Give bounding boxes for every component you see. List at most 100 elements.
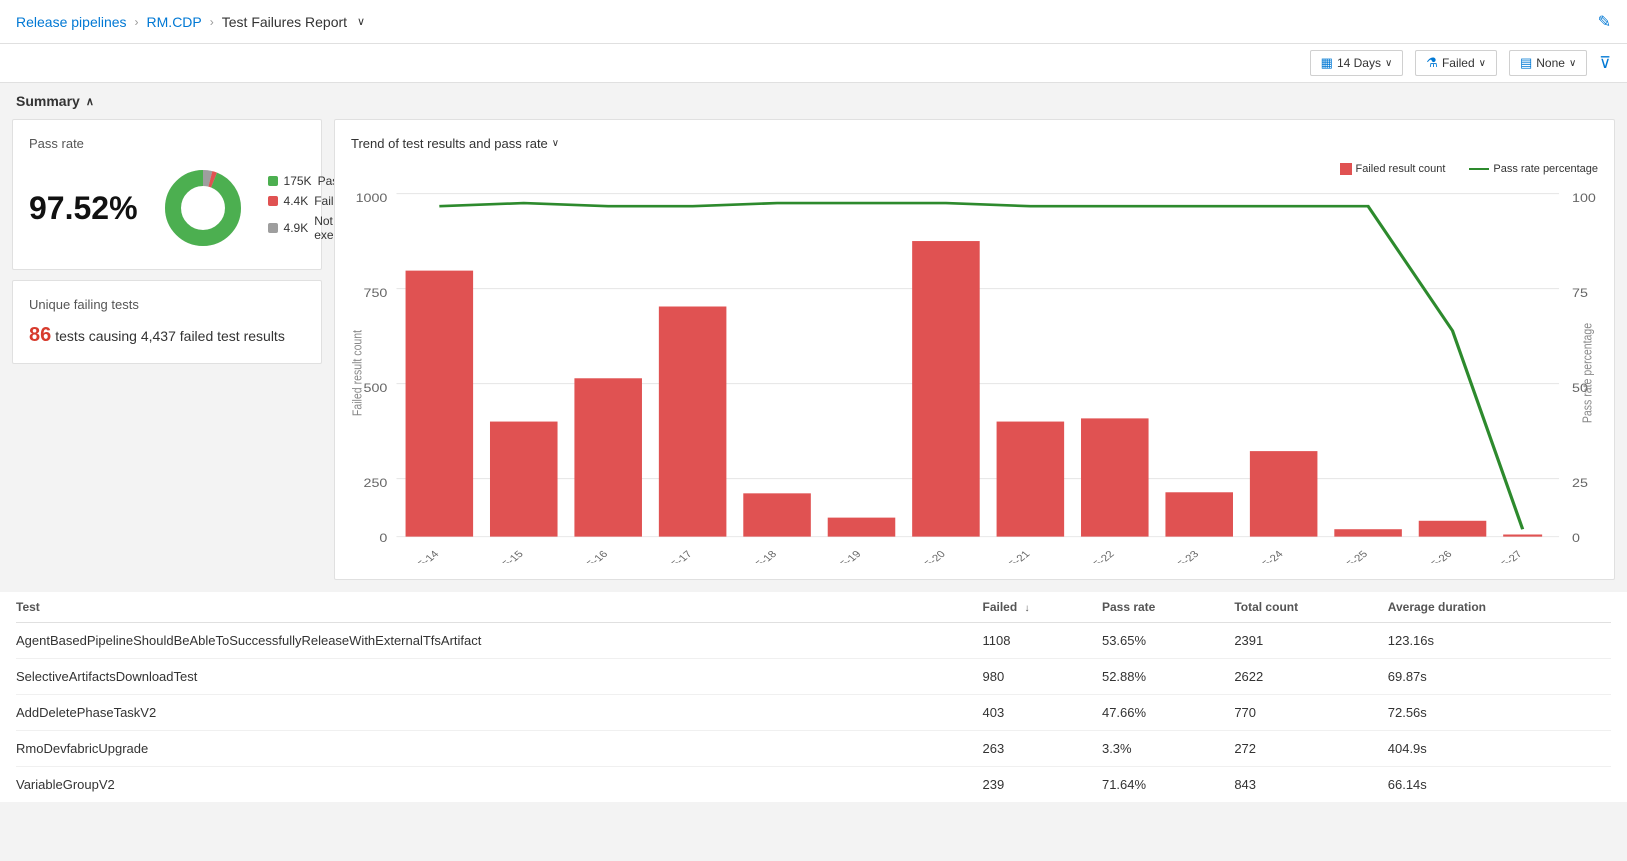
duration-chevron-icon: ∨ (1385, 58, 1392, 69)
svg-text:2023-05-18: 2023-05-18 (728, 549, 780, 563)
svg-text:0: 0 (1572, 531, 1580, 544)
legend-pass-rate-line: Pass rate percentage (1469, 163, 1598, 175)
not-executed-count: 4.9K (284, 221, 309, 235)
breadcrumb: Release pipelines › RM.CDP › Test Failur… (16, 14, 365, 30)
bar-12 (1419, 521, 1487, 537)
bar-7 (997, 422, 1065, 537)
svg-text:2023-05-19: 2023-05-19 (812, 549, 864, 563)
cell-test: VariableGroupV2 (16, 767, 982, 803)
bar-2 (574, 378, 642, 536)
outcome-icon: ⚗ (1426, 55, 1438, 71)
bar-9 (1165, 492, 1233, 536)
col-pass-rate: Pass rate (1102, 592, 1234, 623)
col-avg-duration: Average duration (1388, 592, 1611, 623)
table-row: VariableGroupV2 239 71.64% 843 66.14s (16, 767, 1611, 803)
table-row: AgentBasedPipelineShouldBeAbleToSuccessf… (16, 623, 1611, 659)
table-row: AddDeletePhaseTaskV2 403 47.66% 770 72.5… (16, 695, 1611, 731)
col-failed[interactable]: Failed ↓ (982, 592, 1101, 623)
cell-pass-rate: 3.3% (1102, 731, 1234, 767)
cell-pass-rate: 53.65% (1102, 623, 1234, 659)
cell-total: 272 (1234, 731, 1387, 767)
svg-text:500: 500 (364, 381, 388, 394)
unique-count: 86 (29, 324, 51, 346)
cell-total: 770 (1234, 695, 1387, 731)
toolbar: ▦ 14 Days ∨ ⚗ Failed ∨ ▤ None ∨ ⊽ (0, 44, 1627, 83)
failed-dot (268, 196, 278, 206)
cell-failed: 1108 (982, 623, 1101, 659)
cell-pass-rate: 52.88% (1102, 659, 1234, 695)
svg-text:1000: 1000 (356, 191, 388, 204)
cell-avg-duration: 72.56s (1388, 695, 1611, 731)
pass-rate-line-legend-icon (1469, 168, 1489, 170)
svg-text:25: 25 (1572, 476, 1588, 489)
cell-failed: 239 (982, 767, 1101, 803)
bar-5 (828, 518, 896, 537)
table-header-row: Test Failed ↓ Pass rate Total count Aver… (16, 592, 1611, 623)
chart-title: Trend of test results and pass rate ∨ (351, 136, 1598, 151)
svg-text:Pass rate percentage: Pass rate percentage (1579, 322, 1594, 423)
duration-label: 14 Days (1337, 56, 1381, 70)
svg-text:2023-05-14: 2023-05-14 (390, 549, 442, 563)
svg-text:2023-05-20: 2023-05-20 (897, 549, 949, 563)
breadcrumb-current: Test Failures Report (222, 14, 347, 30)
bar-0 (406, 271, 474, 537)
col-total: Total count (1234, 592, 1387, 623)
cell-pass-rate: 71.64% (1102, 767, 1234, 803)
table-row: RmoDevfabricUpgrade 263 3.3% 272 404.9s (16, 731, 1611, 767)
cell-total: 843 (1234, 767, 1387, 803)
svg-text:2023-05-15: 2023-05-15 (475, 549, 527, 563)
cell-total: 2622 (1234, 659, 1387, 695)
outcome-filter-button[interactable]: ⚗ Failed ∨ (1415, 50, 1497, 76)
sort-arrow-icon: ↓ (1025, 603, 1030, 614)
pass-rate-line-legend-label: Pass rate percentage (1493, 163, 1598, 175)
svg-text:100: 100 (1572, 191, 1596, 204)
pass-rate-content: 97.52% (29, 163, 305, 253)
filter-icon[interactable]: ⊽ (1599, 53, 1611, 73)
left-panel: Pass rate 97.52% (12, 119, 322, 580)
bar-13 (1503, 535, 1542, 537)
edit-icon[interactable]: ✎ (1598, 12, 1611, 32)
svg-text:2023-05-21: 2023-05-21 (981, 549, 1033, 563)
pass-rate-value: 97.52% (29, 190, 138, 227)
chart-title-chevron-icon[interactable]: ∨ (552, 138, 559, 149)
donut-chart (158, 163, 248, 253)
cell-failed: 263 (982, 731, 1101, 767)
breadcrumb-dropdown-icon[interactable]: ∨ (357, 15, 365, 28)
svg-text:750: 750 (364, 286, 388, 299)
summary-content: Pass rate 97.52% (0, 119, 1627, 592)
cell-avg-duration: 404.9s (1388, 731, 1611, 767)
groupby-chevron-icon: ∨ (1569, 58, 1576, 69)
cell-avg-duration: 69.87s (1388, 659, 1611, 695)
svg-text:2023-05-22: 2023-05-22 (1066, 549, 1118, 563)
pass-rate-card: Pass rate 97.52% (12, 119, 322, 270)
pass-rate-title: Pass rate (29, 136, 305, 151)
svg-text:Failed result count: Failed result count (351, 329, 365, 416)
unique-title: Unique failing tests (29, 297, 305, 312)
summary-header[interactable]: Summary ∧ (0, 83, 1627, 119)
cell-avg-duration: 123.16s (1388, 623, 1611, 659)
breadcrumb-rm-cdp[interactable]: RM.CDP (147, 14, 202, 30)
passed-dot (268, 176, 278, 186)
groupby-label: None (1536, 56, 1565, 70)
failed-bar-legend-label: Failed result count (1356, 163, 1446, 175)
cell-total: 2391 (1234, 623, 1387, 659)
breadcrumb-sep-2: › (210, 15, 214, 29)
chart-svg-container: 1000 750 500 250 0 100 75 50 25 0 (351, 183, 1598, 563)
svg-text:75: 75 (1572, 286, 1588, 299)
groupby-filter-button[interactable]: ▤ None ∨ (1509, 50, 1587, 76)
bar-1 (490, 422, 558, 537)
svg-text:2023-05-24: 2023-05-24 (1234, 549, 1286, 563)
breadcrumb-release-pipelines[interactable]: Release pipelines (16, 14, 127, 30)
chart-title-text: Trend of test results and pass rate (351, 136, 548, 151)
bar-3 (659, 307, 727, 537)
svg-text:2023-05-27: 2023-05-27 (1473, 549, 1525, 563)
duration-filter-button[interactable]: ▦ 14 Days ∨ (1310, 50, 1404, 76)
cell-test: AddDeletePhaseTaskV2 (16, 695, 982, 731)
cell-avg-duration: 66.14s (1388, 767, 1611, 803)
svg-text:2023-05-16: 2023-05-16 (559, 549, 611, 563)
svg-text:2023-05-25: 2023-05-25 (1319, 549, 1371, 563)
outcome-chevron-icon: ∨ (1479, 58, 1486, 69)
breadcrumb-sep-1: › (135, 15, 139, 29)
cell-pass-rate: 47.66% (1102, 695, 1234, 731)
cell-failed: 403 (982, 695, 1101, 731)
